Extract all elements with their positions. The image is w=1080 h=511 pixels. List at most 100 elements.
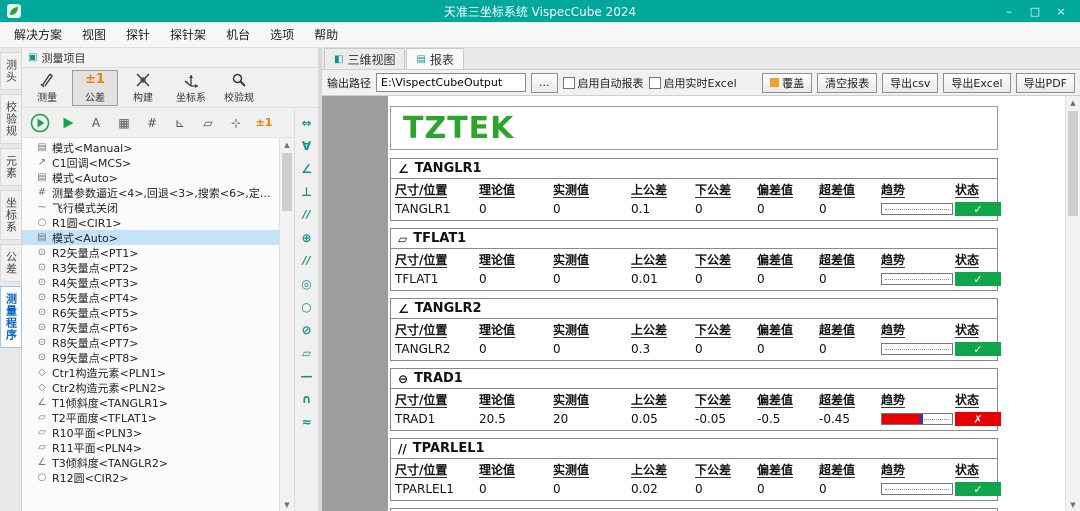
grid-view-button[interactable]: ▦ [114,113,134,133]
menu-item-probe-rack[interactable]: 探针架 [160,22,216,48]
scroll-down-arrow[interactable]: ▼ [1066,498,1080,511]
dimension-value: -0.45 [815,410,877,430]
minimize-button[interactable]: – [996,0,1022,22]
tree-item-8[interactable]: ⊙R3矢量点<PT2> [22,260,279,275]
tree-item-20[interactable]: ▱R11平面<PLN4> [22,440,279,455]
tree-item-2[interactable]: ▤模式<Auto> [22,170,279,185]
column-header-text: 实测值 [553,393,589,408]
angle-tolerance-icon[interactable]: ∀ [296,134,318,157]
measure-params-button[interactable]: # [142,113,162,133]
export-csv-button[interactable]: 导出csv [882,73,938,93]
tree-item-1[interactable]: ↗C1回调<MCS> [22,155,279,170]
ribbon-label: 坐标系 [176,89,206,104]
position-tolerance-icon[interactable]: ⊕ [296,226,318,249]
tree-item-15[interactable]: ◇Ctr1构造元素<PLN1> [22,365,279,380]
ribbon-coordinate-button[interactable]: 坐标系 [168,70,214,106]
run-all-button[interactable] [30,113,50,133]
menu-item-options[interactable]: 选项 [260,22,304,48]
column-header-text: 偏差值 [757,463,793,478]
close-button[interactable]: × [1048,0,1074,22]
tree-item-4[interactable]: ~飞行模式关闭 [22,200,279,215]
report-scrollbar[interactable]: ▲ ▼ [1065,96,1080,511]
tree-item-21[interactable]: ∠T3倾斜度<TANGLR2> [22,455,279,470]
side-tab-element[interactable]: 元素 [0,148,22,186]
menu-item-view[interactable]: 视图 [72,22,116,48]
checkbox-icon[interactable] [649,77,661,89]
scroll-up-arrow[interactable]: ▲ [1066,96,1080,109]
tab-3d-view[interactable]: ◧三维视图 [324,48,405,69]
dimension-name: TFLAT1 [391,270,475,290]
report-view: TZTEK ∠TANGLR1尺寸/位置理论值实测值上公差下公差偏差值超差值趋势状… [322,96,1065,511]
plane-button[interactable]: ▱ [198,113,218,133]
checkbox-icon[interactable] [563,77,575,89]
perpendicularity-tolerance-icon[interactable]: ⊥ [296,180,318,203]
tree-scrollbar[interactable]: ▲ ▼ [279,138,294,511]
scroll-down-arrow[interactable]: ▼ [280,498,294,511]
scroll-up-arrow[interactable]: ▲ [280,138,294,151]
tree-item-18[interactable]: ▱T2平面度<TFLAT1> [22,410,279,425]
tree-item-11[interactable]: ⊙R6矢量点<PT5> [22,305,279,320]
tree-item-22[interactable]: ○R12圆<CIR2> [22,470,279,485]
realtime-excel-checkbox[interactable]: 启用实时Excel [649,75,737,91]
cylindricity-tolerance-icon[interactable]: ⊘ [296,318,318,341]
side-tab-program[interactable]: 测量程序 [0,286,22,348]
export-pdf-button[interactable]: 导出PDF [1016,73,1075,93]
tree-item-0[interactable]: ▤模式<Manual> [22,140,279,155]
menu-item-machine[interactable]: 机台 [216,22,260,48]
ribbon-gauge-button[interactable]: 校验规 [216,70,262,106]
maximize-button[interactable]: □ [1022,0,1048,22]
tree-item-14[interactable]: ⊙R9矢量点<PT8> [22,350,279,365]
trend-cell [877,481,951,499]
caliper-button[interactable]: ⊾ [170,113,190,133]
concentricity-tolerance-icon[interactable]: ◎ [296,272,318,295]
straightness-tolerance-icon[interactable]: — [296,364,318,387]
scroll-thumb[interactable] [1068,111,1078,216]
tree-item-19[interactable]: ▱R10平面<PLN3> [22,425,279,440]
menu-item-help[interactable]: 帮助 [304,22,348,48]
tree-item-7[interactable]: ⊙R2矢量点<PT1> [22,245,279,260]
label-button[interactable]: A [86,113,106,133]
tree-item-12[interactable]: ⊙R7矢量点<PT6> [22,320,279,335]
tree-item-5[interactable]: ○R1圆<CIR1> [22,215,279,230]
output-path-input[interactable] [376,73,526,92]
circularity-tolerance-icon[interactable]: ○ [296,295,318,318]
side-tab-coordinate[interactable]: 坐标系 [0,190,22,240]
side-tab-probe[interactable]: 测头 [0,52,22,90]
tree-item-3[interactable]: #测量参数逼近<4>,回退<3>,搜索<6>,定位<2> [22,185,279,200]
tree-item-6[interactable]: ▤模式<Auto> [22,230,279,245]
browse-button[interactable]: ... [531,73,558,93]
line-profile-tolerance-icon[interactable]: ∩ [296,387,318,410]
trend-widget [881,273,953,285]
tree-item-16[interactable]: ◇Ctr2构造元素<PLN2> [22,380,279,395]
tree-item-10[interactable]: ⊙R5矢量点<PT4> [22,290,279,305]
flatness-tolerance-icon[interactable]: ▱ [296,341,318,364]
clear-report-button[interactable]: 清空报表 [817,73,877,93]
menu-item-probe[interactable]: 探针 [116,22,160,48]
ribbon-measure-button[interactable]: 测量 [24,70,70,106]
report-table-header: 尺寸/位置理论值实测值上公差下公差偏差值超差值趋势状态 [391,389,997,410]
side-tab-gauge[interactable]: 校验规 [0,94,22,144]
angularity-tolerance-icon[interactable]: ∠ [296,157,318,180]
tree-item-17[interactable]: ∠T1倾斜度<TANGLR1> [22,395,279,410]
tab-report[interactable]: ▤报表 [406,48,463,69]
side-tab-tolerance[interactable]: 公差 [0,244,22,282]
overwrite-button[interactable]: 覆盖 [762,73,812,93]
column-header-3: 上公差 [627,459,691,480]
ribbon-construct-button[interactable]: 构建 [120,70,166,106]
surface-profile-tolerance-icon[interactable]: ≈ [296,410,318,433]
tree-item-9[interactable]: ⊙R4矢量点<PT3> [22,275,279,290]
axes-button[interactable]: ⊹ [226,113,246,133]
run-selected-button[interactable] [58,113,78,133]
tree-item-13[interactable]: ⊙R8矢量点<PT7> [22,335,279,350]
menu-item-solution[interactable]: 解决方案 [4,22,72,48]
parallelism-tolerance-icon[interactable]: // [296,203,318,226]
auto-report-checkbox[interactable]: 启用自动报表 [563,75,644,91]
distance-tolerance-icon[interactable]: ⇔ [296,111,318,134]
scroll-thumb[interactable] [282,153,292,211]
export-excel-button[interactable]: 导出Excel [943,73,1010,93]
tolerance-quick-button[interactable]: ±1 [254,113,274,133]
ribbon-tolerance-button[interactable]: ±1公差 [72,70,118,106]
trend-cell [877,201,951,219]
symmetry-tolerance-icon[interactable]: // [296,249,318,272]
dimension-value: 0 [691,200,753,220]
